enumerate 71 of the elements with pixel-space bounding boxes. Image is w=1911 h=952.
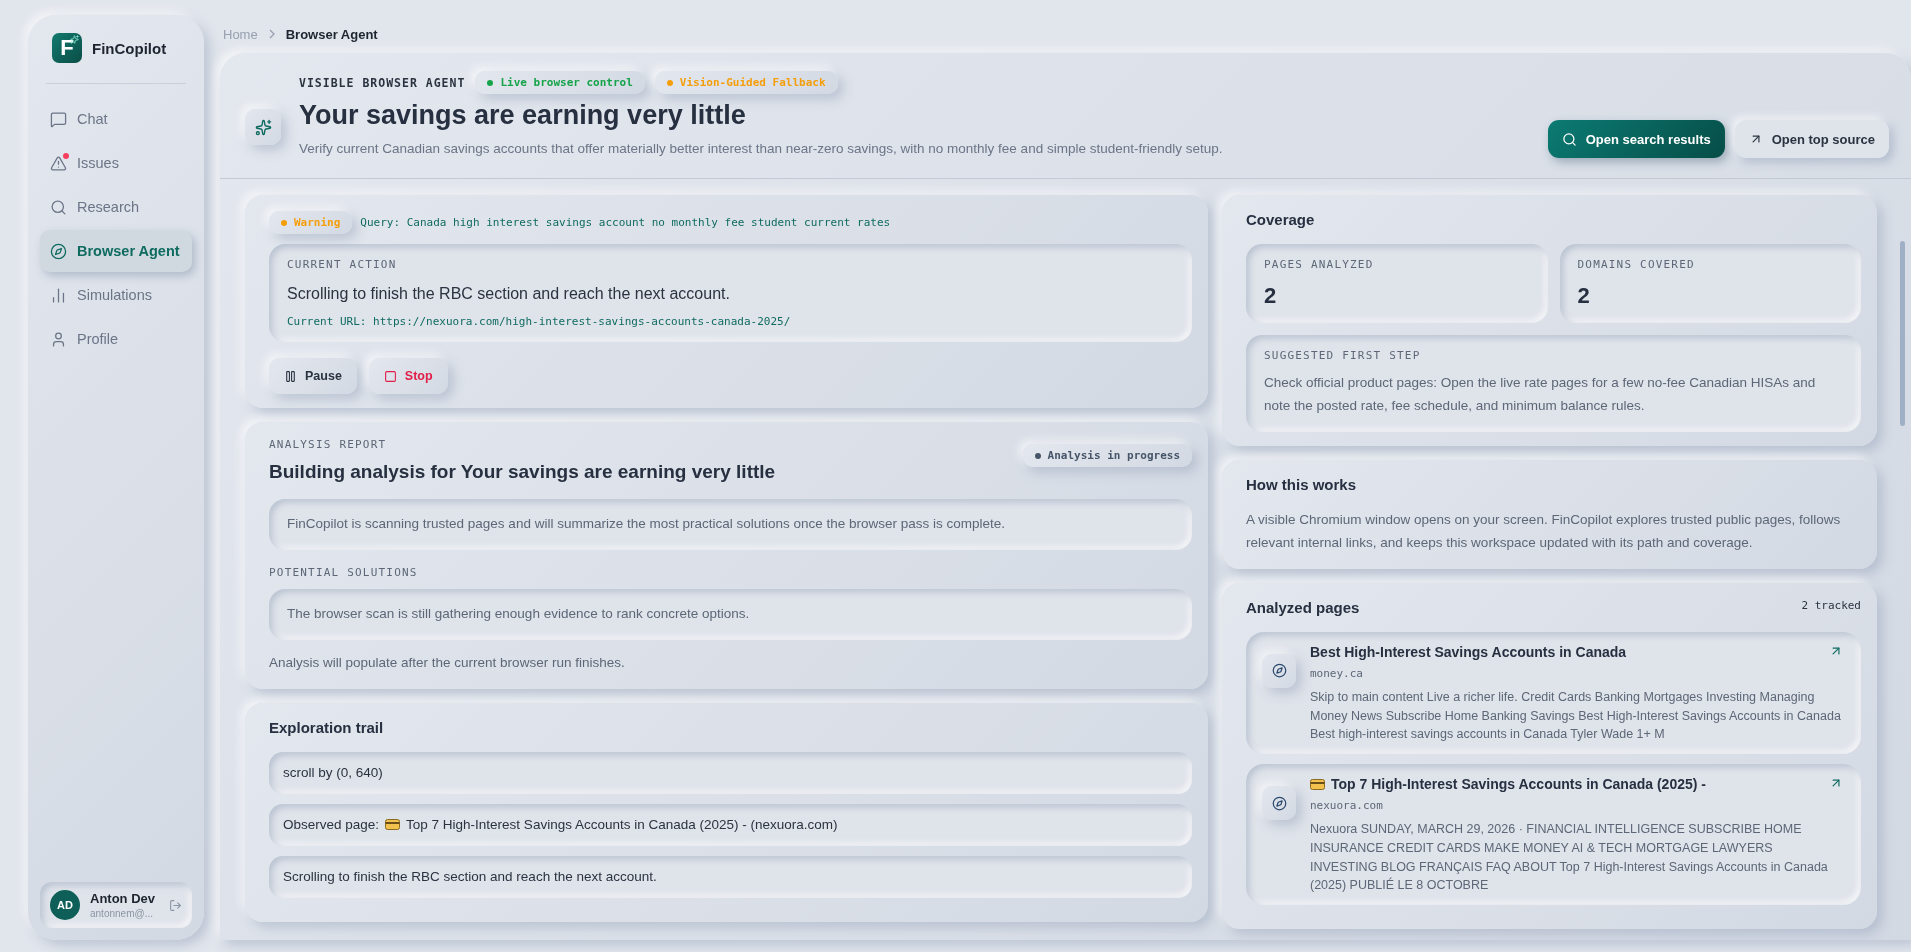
chevron-icon: [267, 29, 276, 39]
search-icon: [50, 198, 67, 216]
nav-item[interactable]: Chat: [40, 98, 192, 140]
search-icon: [1561, 131, 1577, 147]
page-excerpt: Skip to main content Live a richer life. Credit Cards Banking Mortgages Investing Managing Money News Subscribe Home Banking Savings Best High-Interest Savings Accounts in Canada Best high-interest savings accounts in Canada Tyler Wade 1+ M: [1310, 688, 1842, 744]
card-title: How this works: [1246, 475, 1358, 493]
compass-icon: [50, 242, 67, 260]
analysis-footer: Analysis will populate after the current browser run finishes.: [269, 651, 1192, 675]
compass-icon: [1262, 653, 1296, 688]
stat-value: 2: [1264, 283, 1278, 309]
page-domain: nexuora.com: [1310, 799, 1384, 812]
page-subtitle: Verify current Canadian savings accounts that offer materially better interest than near-zero savings, with no monthly fee and simple student-friendly setup.: [299, 141, 1224, 156]
stat-label: DOMAINS COVERED: [1577, 258, 1696, 271]
pause-button[interactable]: Pause: [269, 358, 357, 394]
page-title-text: Best High-Interest Savings Accounts in Canada: [1310, 643, 1627, 660]
search-results-button[interactable]: Open search results: [1547, 120, 1725, 158]
breadcrumb-item: Browser Agent: [285, 26, 378, 42]
section-label: CURRENT ACTION: [287, 258, 398, 271]
status-pill: Vision-Guided Fallback: [654, 71, 838, 94]
card-title: Analyzed pages: [1246, 598, 1360, 616]
current-url: Current URL: https://nexuora.com/high-interest-savings-accounts-canada-2025/: [287, 315, 792, 328]
section-label: POTENTIAL SOLUTIONS: [269, 565, 419, 579]
section-label: SUGGESTED FIRST STEP: [1264, 349, 1422, 362]
how-it-works-text: A visible Chromium window opens on your screen. FinCopilot explores trusted public pages, follows relevant internal links, and keeps this workspace updated with its path and coverage.: [1246, 510, 1842, 552]
user-name: Anton Dev: [90, 891, 156, 906]
trail-text: Top 7 High-Interest Savings Accounts in Canada (2025) - (nexuora.com): [406, 817, 838, 833]
analysis-title: Building analysis for Your savings are earning very little: [269, 461, 776, 483]
status-pill: Analysis in progress: [1022, 444, 1192, 467]
card-title: Exploration trail: [269, 718, 385, 736]
warning-pill: Warning: [269, 211, 353, 234]
nav-item[interactable]: Research: [40, 186, 192, 228]
nav-item[interactable]: Browser Agent: [40, 230, 192, 272]
user-avatar: AD: [50, 890, 80, 920]
user-icon: [50, 330, 67, 348]
breadcrumb-item[interactable]: Home: [223, 26, 258, 42]
card-title: Coverage: [1246, 211, 1316, 228]
compass-icon: [1262, 786, 1296, 820]
pause-icon: [284, 369, 297, 383]
sparkles-icon: [245, 109, 281, 145]
current-action-text: Scrolling to finish the RBC section and reach the next account.: [287, 285, 731, 303]
app-name: FinCopilot: [92, 39, 167, 57]
scrollbar-thumb[interactable]: [1900, 241, 1905, 426]
nav-item[interactable]: Simulations: [40, 274, 192, 316]
credit-card-icon: [385, 819, 401, 831]
user-email: antonnem@...: [90, 908, 154, 919]
summary-text: FinCopilot is scanning trusted pages and will summarize the most practical solutions once the browser pass is complete.: [287, 515, 1007, 533]
app-logo: F: [52, 33, 82, 63]
trail-prefix: Observed page:: [283, 817, 380, 833]
section-label: ANALYSIS REPORT: [269, 438, 388, 451]
stat-value: 2: [1577, 283, 1591, 309]
first-step-text: Check official product pages: Open the live rate pages for a few no-fee Canadian HISAs and note the posted rate, fee schedule, and minimum balance rules.: [1264, 374, 1817, 415]
trail-text: scroll by (0, 640): [283, 765, 383, 781]
eyebrow-label: VISIBLE BROWSER AGENT: [299, 75, 466, 90]
stop-icon: [383, 369, 397, 383]
credit-card-icon: [1310, 778, 1325, 790]
stat-label: PAGES ANALYZED: [1264, 258, 1375, 271]
query-text: Query: Canada high interest savings account no monthly fee student current rates: [360, 216, 891, 229]
tracked-count: 2 tracked: [1801, 598, 1861, 614]
top-source-button[interactable]: Open top source: [1734, 120, 1889, 158]
solutions-text: The browser scan is still gathering enough evidence to rank concrete options.: [287, 604, 751, 623]
bar-chart-icon: [50, 286, 67, 304]
nav-item[interactable]: Issues: [40, 142, 192, 184]
trail-text: Scrolling to finish the RBC section and reach the next account.: [283, 869, 657, 885]
nav-item[interactable]: Profile: [40, 318, 192, 360]
status-pill: Live browser control: [475, 71, 645, 94]
chat-icon: [50, 110, 67, 128]
stop-button[interactable]: Stop: [368, 358, 448, 394]
page-title-text: Top 7 High-Interest Savings Accounts in Canada (2025) -: [1331, 776, 1706, 792]
page-domain: money.ca: [1310, 666, 1364, 680]
page-excerpt: Nexuora SUNDAY, MARCH 29, 2026 · FINANCIAL INTELLIGENCE SUBSCRIBE HOME INSURANCE CREDIT CARDS MAKE MONEY AI & TECH MORTGAGE LAWYERS INVESTING BLOG FRANÇAIS FAQ ABOUT Top 7 High-Interest Savings Accounts in Canada (2025) PUBLIÉ LE 8 OCTOBRE: [1310, 821, 1829, 895]
page-title: Your savings are earning very little: [299, 100, 747, 131]
